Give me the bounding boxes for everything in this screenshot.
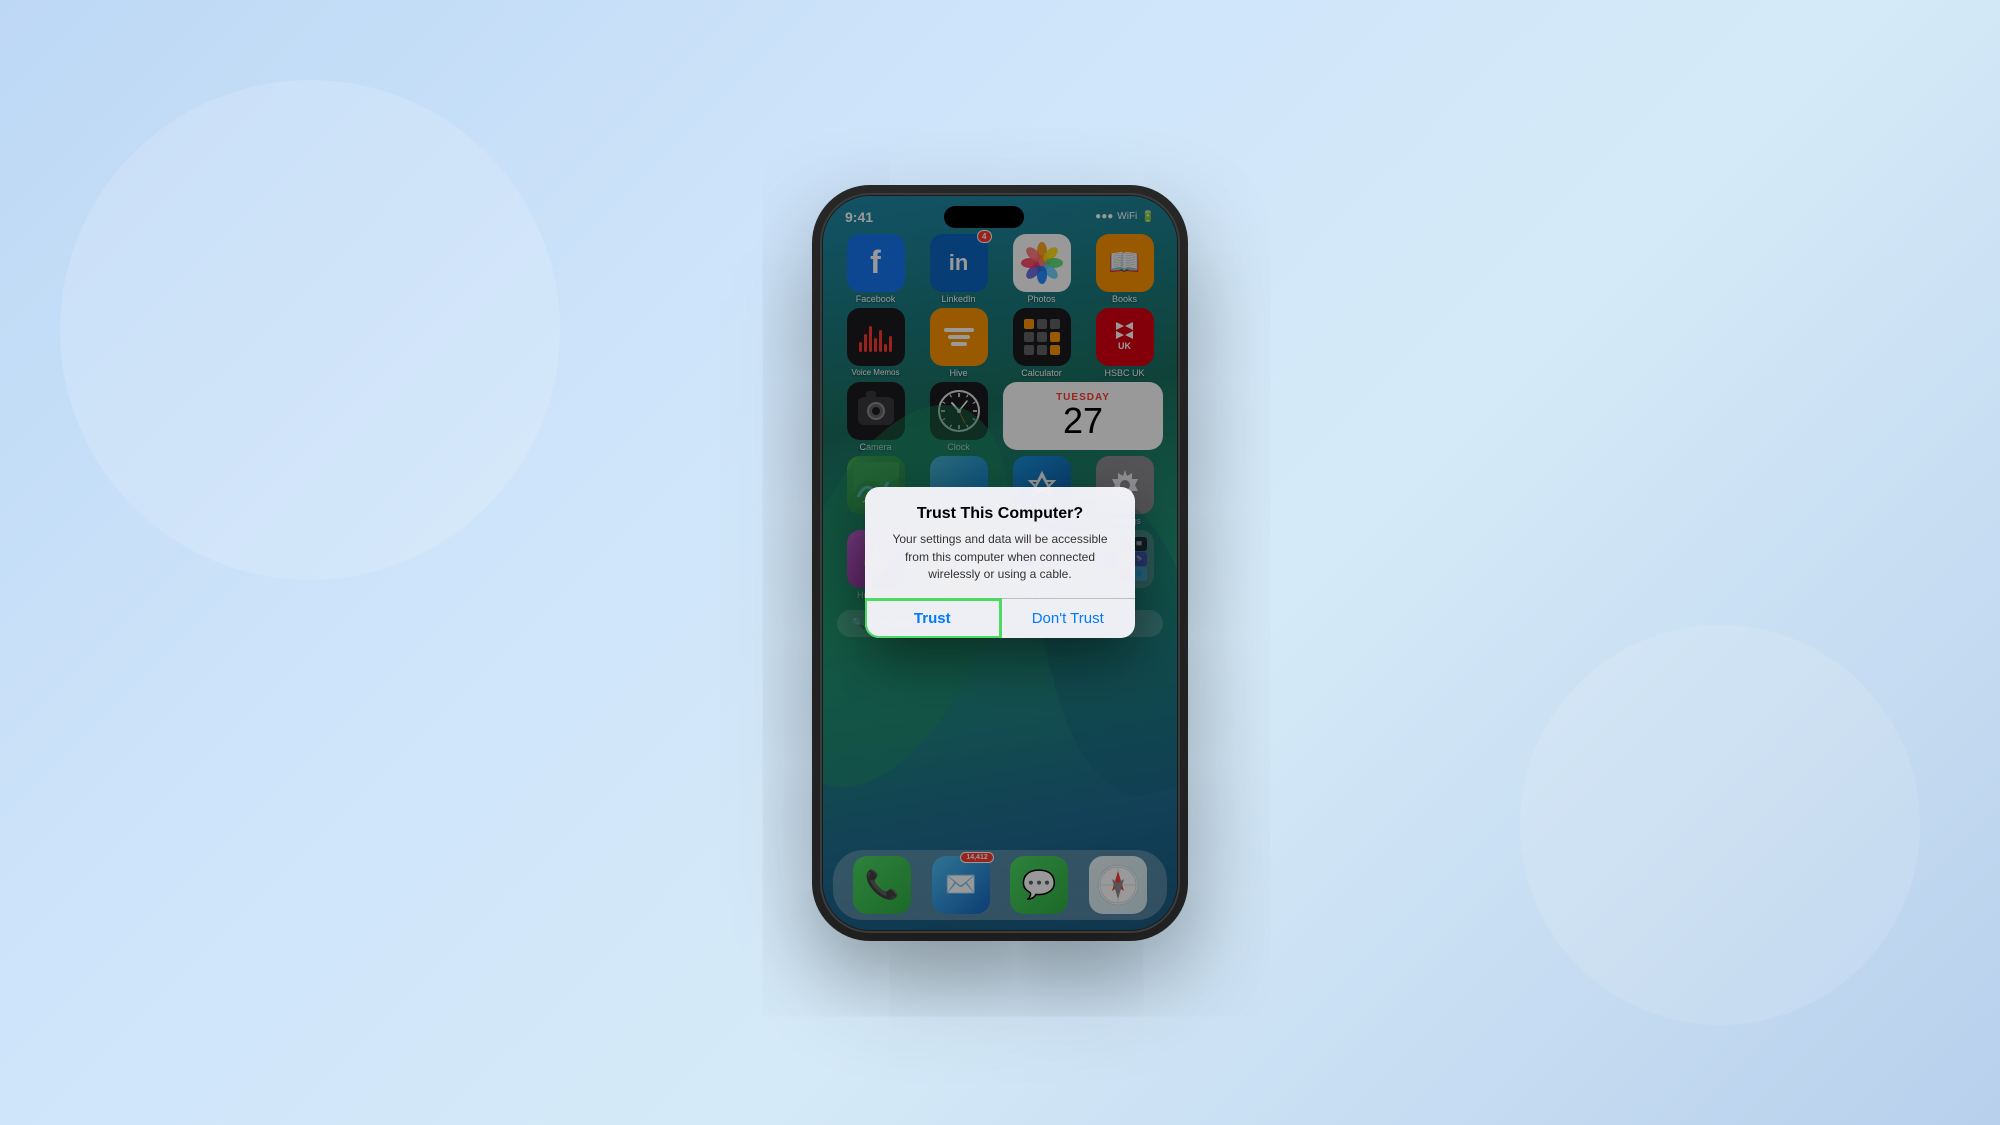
background: 9:41 ●●● WiFi 🔋 f Facebook	[0, 0, 2000, 1125]
dialog-title: Trust This Computer?	[881, 505, 1119, 523]
dialog-message: Your settings and data will be accessibl…	[881, 531, 1119, 583]
trust-dialog: Trust This Computer? Your settings and d…	[865, 487, 1135, 637]
dialog-button-row: Trust Don't Trust	[865, 598, 1135, 638]
phone-screen: 9:41 ●●● WiFi 🔋 f Facebook	[823, 196, 1177, 930]
bg-decoration-1	[0, 10, 630, 651]
phone-frame: 9:41 ●●● WiFi 🔋 f Facebook	[820, 193, 1180, 933]
dont-trust-button[interactable]: Don't Trust	[1001, 599, 1136, 638]
dialog-body: Trust This Computer? Your settings and d…	[865, 487, 1135, 597]
bg-decoration-2	[1520, 625, 1920, 1025]
trust-button[interactable]: Trust	[865, 599, 1001, 638]
dialog-overlay: Trust This Computer? Your settings and d…	[823, 196, 1177, 930]
